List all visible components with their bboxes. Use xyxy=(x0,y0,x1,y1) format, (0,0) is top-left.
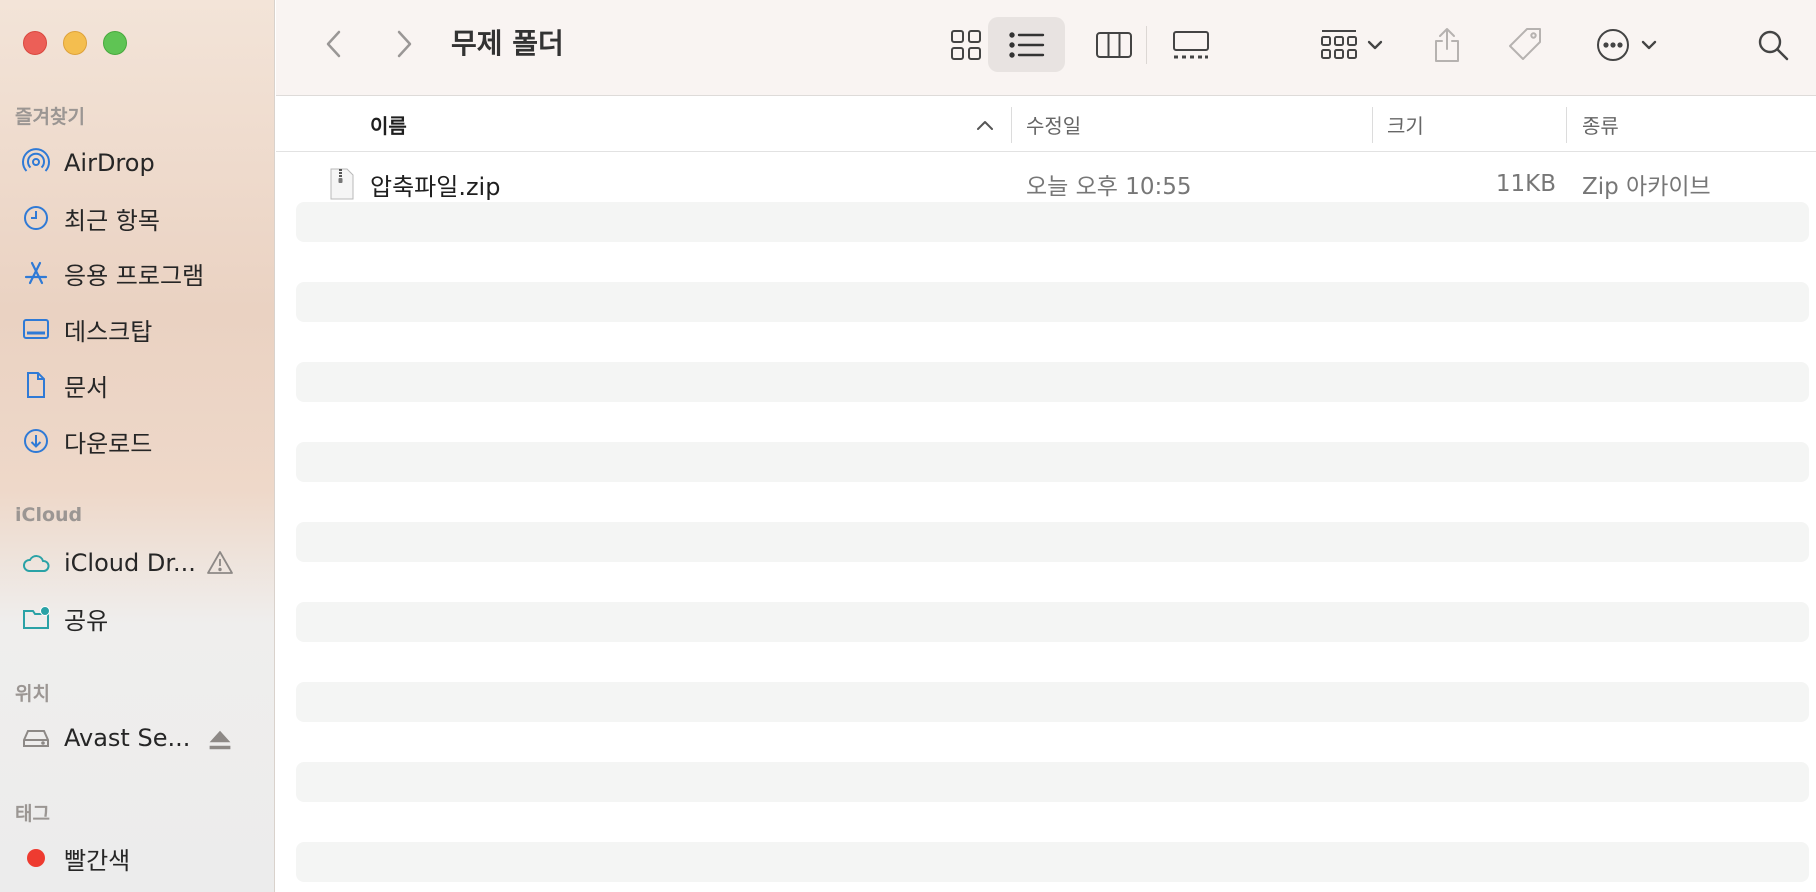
empty-row xyxy=(296,682,1809,722)
sidebar-item-label: 빨간색 xyxy=(64,846,131,875)
gallery-view-button[interactable] xyxy=(1153,17,1229,72)
chevron-left-icon xyxy=(322,28,346,60)
empty-row xyxy=(296,442,1809,482)
sidebar-item-label: iCloud Dr... xyxy=(64,549,196,577)
sidebar-item-label: 최근 항목 xyxy=(64,206,160,235)
column-header: 이름 수정일 크기 종류 xyxy=(276,97,1816,152)
close-window-button[interactable] xyxy=(23,31,47,55)
favorites-section-title: 즐겨찾기 xyxy=(15,106,85,128)
sidebar-item-downloads[interactable]: 다운로드 xyxy=(20,421,270,461)
airdrop-icon xyxy=(20,147,52,179)
applications-icon xyxy=(20,257,52,289)
sidebar-item-label: Avast Se... xyxy=(64,724,191,752)
column-label: 이름 xyxy=(370,114,407,138)
shared-folder-icon xyxy=(20,602,52,634)
sidebar-item-recents[interactable]: 최근 항목 xyxy=(20,198,270,238)
maximize-window-button[interactable] xyxy=(103,31,127,55)
search-icon xyxy=(1756,28,1790,62)
share-button[interactable] xyxy=(1418,17,1476,72)
column-label: 수정일 xyxy=(1026,114,1082,138)
disk-icon xyxy=(20,722,52,754)
locations-section-title: 위치 xyxy=(15,683,50,705)
file-list: 압축파일.zip 오늘 오후 10:55 11KB Zip 아카이브 xyxy=(276,152,1816,892)
sidebar-item-label: AirDrop xyxy=(64,149,155,177)
clock-icon xyxy=(20,202,52,234)
cloud-icon xyxy=(20,547,52,579)
columns-icon xyxy=(1095,30,1133,60)
sidebar-item-label: 데스크탑 xyxy=(64,317,153,346)
file-kind: Zip 아카이브 xyxy=(1582,174,1711,200)
minimize-window-button[interactable] xyxy=(63,31,87,55)
list-icon xyxy=(1008,30,1046,60)
sidebar-item-icloud-drive[interactable]: iCloud Dr... xyxy=(20,543,270,583)
sidebar-item-shared[interactable]: 공유 xyxy=(20,598,270,638)
forward-button[interactable] xyxy=(384,24,424,64)
sidebar-item-label: 문서 xyxy=(64,373,109,402)
sidebar-item-documents[interactable]: 문서 xyxy=(20,365,270,405)
group-grid-icon xyxy=(1319,28,1359,62)
empty-row xyxy=(296,282,1809,322)
ellipsis-circle-icon xyxy=(1595,27,1631,63)
sidebar: 즐겨찾기 AirDrop 최근 항목 응용 프로그램 데스크탑 문서 다운로드 … xyxy=(0,0,275,892)
file-name: 압축파일.zip xyxy=(370,172,501,201)
empty-row xyxy=(296,522,1809,562)
gallery-icon xyxy=(1171,29,1211,61)
chevron-down-icon xyxy=(1367,39,1383,51)
sidebar-item-desktop[interactable]: 데스크탑 xyxy=(20,309,270,349)
tags-section-title: 태그 xyxy=(15,803,50,825)
chevron-down-icon xyxy=(1641,39,1657,51)
column-label: 종류 xyxy=(1582,114,1619,138)
empty-row xyxy=(296,362,1809,402)
column-divider[interactable] xyxy=(1566,107,1567,143)
sidebar-item-label: 공유 xyxy=(64,606,109,635)
column-view-button[interactable] xyxy=(1076,17,1152,72)
document-icon xyxy=(20,369,52,401)
window-controls xyxy=(23,31,127,55)
toolbar-divider xyxy=(1146,26,1147,64)
sidebar-item-label: 다운로드 xyxy=(64,429,153,458)
column-header-modified[interactable]: 수정일 xyxy=(1026,97,1366,152)
table-row[interactable]: 압축파일.zip 오늘 오후 10:55 11KB Zip 아카이브 xyxy=(276,164,1816,204)
group-by-button[interactable] xyxy=(1306,17,1396,72)
sidebar-item-label: 응용 프로그램 xyxy=(64,261,205,290)
more-actions-button[interactable] xyxy=(1581,17,1671,72)
desktop-icon xyxy=(20,313,52,345)
warning-icon[interactable] xyxy=(205,548,235,582)
list-view-button[interactable] xyxy=(988,17,1065,72)
column-header-size[interactable]: 크기 xyxy=(1387,97,1567,152)
sidebar-item-tag-red[interactable]: 빨간색 xyxy=(20,838,270,878)
search-button[interactable] xyxy=(1748,20,1798,70)
tag-icon xyxy=(1505,25,1545,65)
download-icon xyxy=(20,425,52,457)
empty-row xyxy=(296,762,1809,802)
zip-file-icon xyxy=(329,168,355,204)
column-header-kind[interactable]: 종류 xyxy=(1582,97,1802,152)
grid-icon xyxy=(949,28,983,62)
sidebar-item-avast-drive[interactable]: Avast Se... xyxy=(20,718,270,758)
empty-row xyxy=(296,202,1809,242)
column-label: 크기 xyxy=(1387,114,1424,138)
empty-row xyxy=(296,602,1809,642)
icloud-section-title: iCloud xyxy=(15,504,83,526)
eject-icon[interactable] xyxy=(205,725,235,759)
tag-button[interactable] xyxy=(1493,17,1557,72)
column-header-name[interactable]: 이름 xyxy=(370,97,970,152)
sort-ascending-icon xyxy=(976,116,994,135)
back-button[interactable] xyxy=(314,24,354,64)
window-title: 무제 폴더 xyxy=(451,27,564,60)
share-icon xyxy=(1432,26,1462,64)
file-size: 11KB xyxy=(1495,171,1556,197)
red-tag-dot-icon xyxy=(20,842,52,874)
sidebar-item-applications[interactable]: 응용 프로그램 xyxy=(20,253,270,293)
sidebar-item-airdrop[interactable]: AirDrop xyxy=(20,143,270,183)
column-divider[interactable] xyxy=(1011,107,1012,143)
file-modified: 오늘 오후 10:55 xyxy=(1026,174,1192,200)
toolbar: 무제 폴더 xyxy=(276,0,1816,96)
column-divider[interactable] xyxy=(1372,107,1373,143)
empty-row xyxy=(296,842,1809,882)
chevron-right-icon xyxy=(392,28,416,60)
